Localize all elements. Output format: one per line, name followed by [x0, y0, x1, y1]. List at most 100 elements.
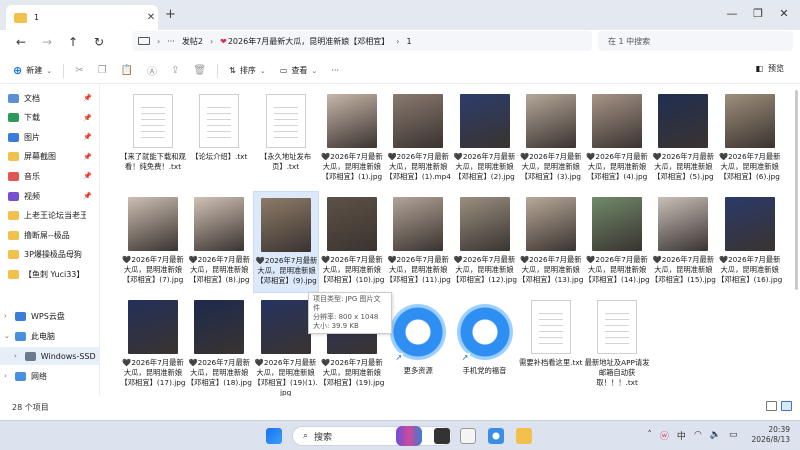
share-button[interactable]: ⇪ [164, 61, 186, 81]
qq-icon[interactable] [460, 428, 476, 444]
clock[interactable]: 20:39 2026/8/13 [752, 425, 790, 445]
address-bar[interactable]: › ··· 发帖2 › ❤ 2026年7月最新大瓜，昆明准新娘【邓相宜】 › 1 [132, 31, 592, 51]
start-icon[interactable] [266, 428, 282, 444]
pin-icon[interactable]: 📌 [83, 172, 92, 180]
new-tab-button[interactable]: + [165, 7, 176, 22]
breadcrumb-item[interactable]: 1 [407, 37, 412, 46]
file-item[interactable]: 需要补档看这里.txt [518, 294, 584, 396]
file-item[interactable]: 🖤2026年7月最新大瓜，昆明准新娘【邓相宜】(9).jpg [252, 191, 319, 293]
back-arrow-icon[interactable]: ← [8, 35, 34, 49]
chevron-right-icon[interactable]: ⌄ [4, 332, 10, 340]
chevron-right-icon[interactable]: › [4, 312, 10, 320]
maximize-button[interactable]: ❐ [748, 7, 768, 20]
new-button[interactable]: ⊕ 新建 ⌄ [6, 61, 59, 81]
pin-icon[interactable]: 📌 [83, 192, 92, 200]
chevron-up-icon[interactable]: ˄ [647, 430, 652, 440]
breadcrumb-item[interactable]: 2026年7月最新大瓜，昆明准新娘【邓相宜】 [228, 36, 389, 47]
file-item[interactable]: 🖤2026年7月最新大瓜，昆明准新娘【邓相宜】(10).jpg [319, 191, 385, 293]
sidebar-item[interactable]: 3P爆操极品母狗 [0, 246, 100, 264]
sidebar-item[interactable]: 文档 📌 [0, 89, 100, 107]
file-item[interactable]: 🖤2026年7月最新大瓜，昆明准新娘【邓相宜】(11).jpg [385, 191, 451, 293]
file-item[interactable]: 🖤2026年7月最新大瓜，昆明准新娘【邓相宜】(5).jpg [650, 88, 716, 190]
file-item[interactable]: 【论坛介绍】.txt [186, 88, 252, 190]
file-item[interactable]: 【来了就能下载和观看！纯免费！.txt [120, 88, 186, 190]
file-item[interactable]: ↗ 手机党的福音 [452, 294, 518, 396]
speaker-icon[interactable]: 🔈 [710, 430, 721, 440]
file-item[interactable]: 最新地址及APP请发邮箱自动获取！！！.txt [584, 294, 650, 396]
app-icon[interactable] [488, 428, 504, 444]
chevron-right-icon[interactable]: › [4, 372, 10, 380]
breadcrumb-item[interactable]: 发帖2 [182, 36, 203, 47]
tree-item[interactable]: › Windows-SSD [0, 347, 100, 365]
file-item[interactable]: 🖤2026年7月最新大瓜，昆明准新娘【邓相宜】(4).jpg [584, 88, 650, 190]
file-item[interactable]: 🖤2026年7月最新大瓜，昆明准新娘【邓相宜】(15).jpg [650, 191, 716, 293]
file-item[interactable]: 🖤2026年7月最新大瓜，昆明准新娘【邓相宜】(12).jpg [452, 191, 518, 293]
file-item[interactable]: 🖤2026年7月最新大瓜，昆明准新娘【邓相宜】(14).jpg [584, 191, 650, 293]
sidebar-item[interactable]: 视频 📌 [0, 187, 100, 205]
wifi-icon[interactable]: ◠ [694, 430, 702, 440]
close-window-button[interactable]: ✕ [774, 7, 794, 20]
vertical-scrollbar[interactable] [794, 86, 800, 396]
cut-button[interactable]: ✂ [68, 61, 90, 81]
sidebar-item[interactable]: 撸断屌--极品 [0, 226, 100, 244]
sidebar-item[interactable]: 图片 📌 [0, 128, 100, 146]
sidebar-item[interactable]: 音乐 📌 [0, 167, 100, 185]
more-button[interactable]: ··· [324, 61, 346, 81]
file-item[interactable]: 🖤2026年7月最新大瓜，昆明准新娘【邓相宜】(3).jpg [518, 88, 584, 190]
file-item[interactable]: 🖤2026年7月最新大瓜，昆明准新娘【邓相宜】(1).jpg [319, 88, 385, 190]
file-item[interactable]: ↗ 更多资源 [385, 294, 451, 396]
tiles-view-icon[interactable] [781, 401, 792, 411]
file-item[interactable]: 🖤2026年7月最新大瓜，昆明准新娘【邓相宜】(7).jpg [120, 191, 186, 293]
sidebar-item[interactable]: 上老王论坛当老王 [0, 207, 100, 225]
scroll-thumb[interactable] [795, 90, 798, 290]
image-thumbnail [459, 197, 510, 251]
delete-button[interactable]: 🗑 [186, 61, 213, 81]
taskbar-search[interactable]: ⌕ 搜索 [292, 426, 452, 446]
search-input[interactable]: 在 1 中搜索 [598, 31, 793, 51]
refresh-icon[interactable]: ↻ [86, 35, 112, 49]
sidebar-item[interactable]: 屏幕截图 📌 [0, 148, 100, 166]
file-name: 【永久地址发布页】.txt [260, 152, 312, 171]
battery-icon[interactable]: ▭ [729, 430, 738, 440]
wps-icon[interactable]: ⓦ [660, 429, 669, 442]
file-name: 🖤2026年7月最新大瓜，昆明准新娘【邓相宜】(19).jpg [319, 358, 385, 387]
ime-lang[interactable]: 中 [677, 429, 686, 442]
file-item[interactable]: 🖤2026年7月最新大瓜，昆明准新娘【邓相宜】(13).jpg [518, 191, 584, 293]
paste-button[interactable]: 📋 [114, 61, 140, 81]
pin-icon[interactable]: 📌 [83, 133, 92, 141]
rename-button[interactable]: Ⓐ [140, 61, 164, 81]
preview-button[interactable]: ◧ 预览 [755, 63, 784, 74]
file-explorer-icon[interactable] [516, 428, 532, 444]
tree-item[interactable]: ⌄ 此电脑 [0, 327, 100, 345]
pin-icon[interactable]: 📌 [83, 153, 92, 161]
pin-icon[interactable]: 📌 [83, 94, 92, 102]
pin-icon[interactable]: 📌 [83, 114, 92, 122]
file-item[interactable]: 🖤2026年7月最新大瓜，昆明准新娘【邓相宜】(1).mp4 [385, 88, 451, 190]
forward-arrow-icon[interactable]: → [34, 35, 60, 49]
file-item[interactable]: 🖤2026年7月最新大瓜，昆明准新娘【邓相宜】(18).jpg [186, 294, 252, 396]
minimize-button[interactable]: — [722, 7, 742, 20]
sidebar-item[interactable]: 【鱼刺 Yuci33】 [0, 265, 100, 283]
copy-button[interactable]: ❐ [91, 61, 114, 81]
text-file-icon [597, 300, 638, 354]
file-item[interactable]: 【永久地址发布页】.txt [253, 88, 319, 190]
chevron-right-icon[interactable]: › [14, 352, 20, 360]
image-thumbnail [128, 197, 178, 251]
details-view-icon[interactable] [766, 401, 777, 411]
sort-button[interactable]: ⇅ 排序 ⌄ [222, 61, 273, 81]
breadcrumb-more[interactable]: ··· [167, 37, 175, 46]
widgets-icon[interactable] [396, 426, 422, 446]
file-item[interactable]: 🖤2026年7月最新大瓜，昆明准新娘【邓相宜】(2).jpg [452, 88, 518, 190]
file-item[interactable]: 🖤2026年7月最新大瓜，昆明准新娘【邓相宜】(6).jpg [717, 88, 783, 190]
tree-item[interactable]: › WPS云盘 [0, 307, 100, 325]
file-item[interactable]: 🖤2026年7月最新大瓜，昆明准新娘【邓相宜】(17).jpg [120, 294, 186, 396]
up-arrow-icon[interactable]: ↑ [60, 35, 86, 49]
close-tab-icon[interactable]: ✕ [144, 12, 158, 23]
file-item[interactable]: 🖤2026年7月最新大瓜，昆明准新娘【邓相宜】(8).jpg [186, 191, 252, 293]
task-view-icon[interactable] [434, 428, 450, 444]
view-button[interactable]: ▭ 查看 ⌄ [273, 61, 325, 81]
sidebar-item[interactable]: 下载 📌 [0, 109, 100, 127]
tab-current[interactable]: 1 ✕ [6, 5, 158, 30]
file-item[interactable]: 🖤2026年7月最新大瓜，昆明准新娘【邓相宜】(16).jpg [717, 191, 783, 293]
tree-item[interactable]: › 网络 [0, 367, 100, 385]
